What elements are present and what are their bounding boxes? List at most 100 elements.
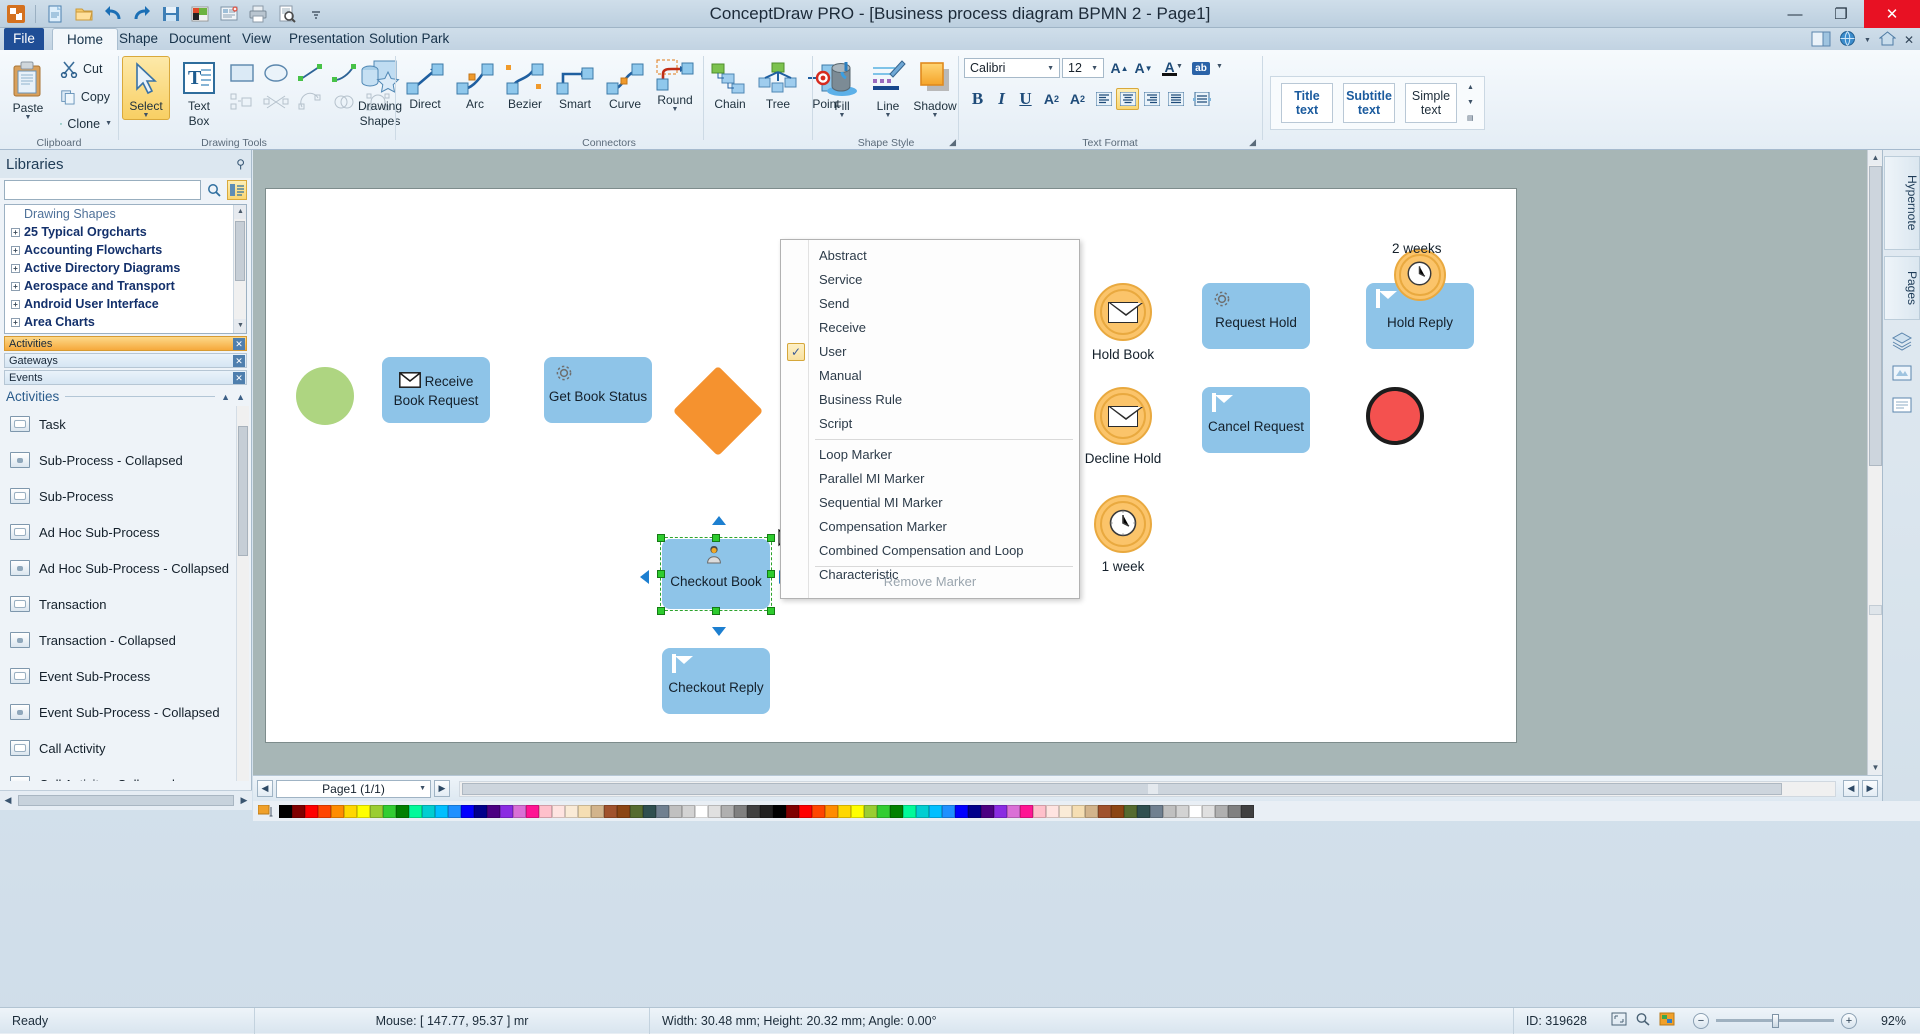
stencil-event-sub-process-collapsed[interactable]: Event Sub-Process - Collapsed — [0, 694, 251, 730]
stencil-call-activity[interactable]: Call Activity — [0, 730, 251, 766]
font-size-select[interactable]: 12 ▼ — [1062, 58, 1104, 78]
select-caret-icon[interactable]: ▼ — [143, 113, 150, 119]
selection-handle-e[interactable] — [767, 570, 775, 578]
tree-scroll-up-icon[interactable]: ▲ — [234, 205, 247, 219]
curve-connector-button[interactable]: Curve — [601, 58, 649, 112]
fill-caret-icon[interactable]: ▼ — [839, 113, 846, 119]
gallery-more-icon[interactable]: ▤ — [1467, 114, 1474, 122]
stencil-scroll-up-icon[interactable]: ▲ — [236, 392, 245, 402]
color-swatch[interactable] — [877, 805, 890, 818]
color-swatch[interactable] — [825, 805, 838, 818]
panel-horizontal-scrollbar[interactable] — [18, 795, 234, 806]
context-item-manual[interactable]: Manual — [781, 364, 1079, 388]
canvas-scroll-thumb[interactable] — [1869, 166, 1882, 466]
color-swatch[interactable] — [552, 805, 565, 818]
library-tree-scrollbar[interactable]: ▲ ▼ — [233, 205, 246, 333]
stencil-task[interactable]: Task — [0, 406, 251, 442]
context-item-user[interactable]: ✓ User — [781, 340, 1079, 364]
tree-scroll-down-icon[interactable]: ▼ — [234, 319, 247, 333]
selection-handle-n[interactable] — [712, 534, 720, 542]
stencil-transaction-collapsed[interactable]: Transaction - Collapsed — [0, 622, 251, 658]
color-swatch[interactable] — [383, 805, 396, 818]
color-swatch[interactable] — [1007, 805, 1020, 818]
color-swatch[interactable] — [643, 805, 656, 818]
line-tool-icon[interactable] — [297, 62, 323, 87]
zoom-slider-knob[interactable] — [1772, 1014, 1779, 1028]
palette-swatches[interactable] — [279, 805, 1254, 818]
canvas-scroll-down-icon[interactable]: ▼ — [1868, 760, 1883, 775]
library-tab-activities[interactable]: Activities ✕ — [4, 336, 247, 351]
search-icon[interactable] — [204, 180, 224, 200]
color-swatch[interactable] — [1072, 805, 1085, 818]
align-justify-button[interactable] — [1164, 88, 1187, 110]
underline-button[interactable]: U — [1014, 88, 1037, 110]
line-button[interactable]: Line ▼ — [866, 54, 910, 120]
color-swatch[interactable] — [526, 805, 539, 818]
help-globe-icon[interactable] — [1839, 30, 1856, 50]
color-swatch[interactable] — [1085, 805, 1098, 818]
color-swatch[interactable] — [890, 805, 903, 818]
color-swatch[interactable] — [539, 805, 552, 818]
select-tool-button[interactable]: Select ▼ — [122, 56, 170, 120]
shape-style-dialog-launcher[interactable]: ◢ — [949, 137, 956, 148]
stencil-scrollbar[interactable] — [236, 406, 249, 781]
context-item-business-rule[interactable]: Business Rule — [781, 388, 1079, 412]
tree-connector-button[interactable]: Tree — [755, 58, 801, 112]
color-swatch[interactable] — [955, 805, 968, 818]
title-text-style-tile[interactable]: Titletext — [1281, 83, 1333, 123]
tree-expander-icon[interactable]: + — [11, 318, 20, 327]
color-swatch[interactable] — [981, 805, 994, 818]
end-event[interactable] — [1366, 387, 1424, 445]
color-swatch[interactable] — [370, 805, 383, 818]
color-swatch[interactable] — [1111, 805, 1124, 818]
color-swatch[interactable] — [994, 805, 1007, 818]
highlight-caret-icon[interactable]: ▼ — [1216, 64, 1223, 70]
selection-handle-s[interactable] — [712, 607, 720, 615]
palette-menu-icon[interactable] — [257, 804, 275, 819]
color-swatch[interactable] — [1033, 805, 1046, 818]
scroll-left-button[interactable]: ◀ — [1843, 780, 1859, 797]
bold-button[interactable]: B — [966, 88, 989, 110]
color-swatch[interactable] — [1163, 805, 1176, 818]
color-swatch[interactable] — [1215, 805, 1228, 818]
color-swatch[interactable] — [682, 805, 695, 818]
stencil-sub-process[interactable]: Sub-Process — [0, 478, 251, 514]
stencil-scroll-thumb[interactable] — [238, 426, 248, 556]
italic-button[interactable]: I — [990, 88, 1013, 110]
color-swatch[interactable] — [773, 805, 786, 818]
cut-button[interactable]: Cut — [56, 58, 114, 80]
color-swatch[interactable] — [435, 805, 448, 818]
direct-connector-button[interactable]: Direct — [401, 58, 449, 112]
color-swatch[interactable] — [357, 805, 370, 818]
font-family-caret-icon[interactable]: ▼ — [1042, 65, 1059, 72]
selection-handle-w[interactable] — [657, 570, 665, 578]
align-right-button[interactable] — [1140, 88, 1163, 110]
color-swatch[interactable] — [760, 805, 773, 818]
quick-connect-up-arrow[interactable] — [712, 516, 726, 525]
library-tab-events[interactable]: Events ✕ — [4, 370, 247, 385]
gateway-diamond[interactable] — [686, 379, 750, 443]
one-week-timer-event[interactable] — [1094, 495, 1152, 553]
stencil-call-activity-collapsed[interactable]: Call Activity - Collapsed — [0, 766, 251, 781]
properties-icon[interactable] — [1890, 394, 1914, 416]
color-swatch[interactable] — [448, 805, 461, 818]
hscroll-grip[interactable] — [1148, 784, 1158, 794]
subscript-button[interactable]: A2 — [1066, 88, 1089, 110]
rectangle-tool-icon[interactable] — [229, 62, 255, 87]
color-swatch[interactable] — [1150, 805, 1163, 818]
close-library-icon[interactable]: ✕ — [233, 372, 245, 384]
color-swatch[interactable] — [695, 805, 708, 818]
page-tab-page1[interactable]: Page1 (1/1) ▼ — [276, 780, 431, 798]
ellipse-tool-icon[interactable] — [263, 62, 289, 87]
align-center-button[interactable] — [1116, 88, 1139, 110]
simple-text-style-tile[interactable]: Simpletext — [1405, 83, 1457, 123]
vertical-align-middle-button[interactable] — [1190, 88, 1213, 110]
color-swatch[interactable] — [487, 805, 500, 818]
font-color-caret-icon[interactable]: ▼ — [1176, 64, 1183, 70]
color-swatch[interactable] — [630, 805, 643, 818]
pages-tab[interactable]: Pages — [1884, 256, 1920, 320]
text-box-button[interactable]: T Text Box — [175, 56, 223, 129]
tree-item-artwork[interactable]: + Artwork — [5, 331, 246, 334]
color-swatch[interactable] — [422, 805, 435, 818]
maximize-button[interactable]: ❐ — [1818, 0, 1864, 28]
